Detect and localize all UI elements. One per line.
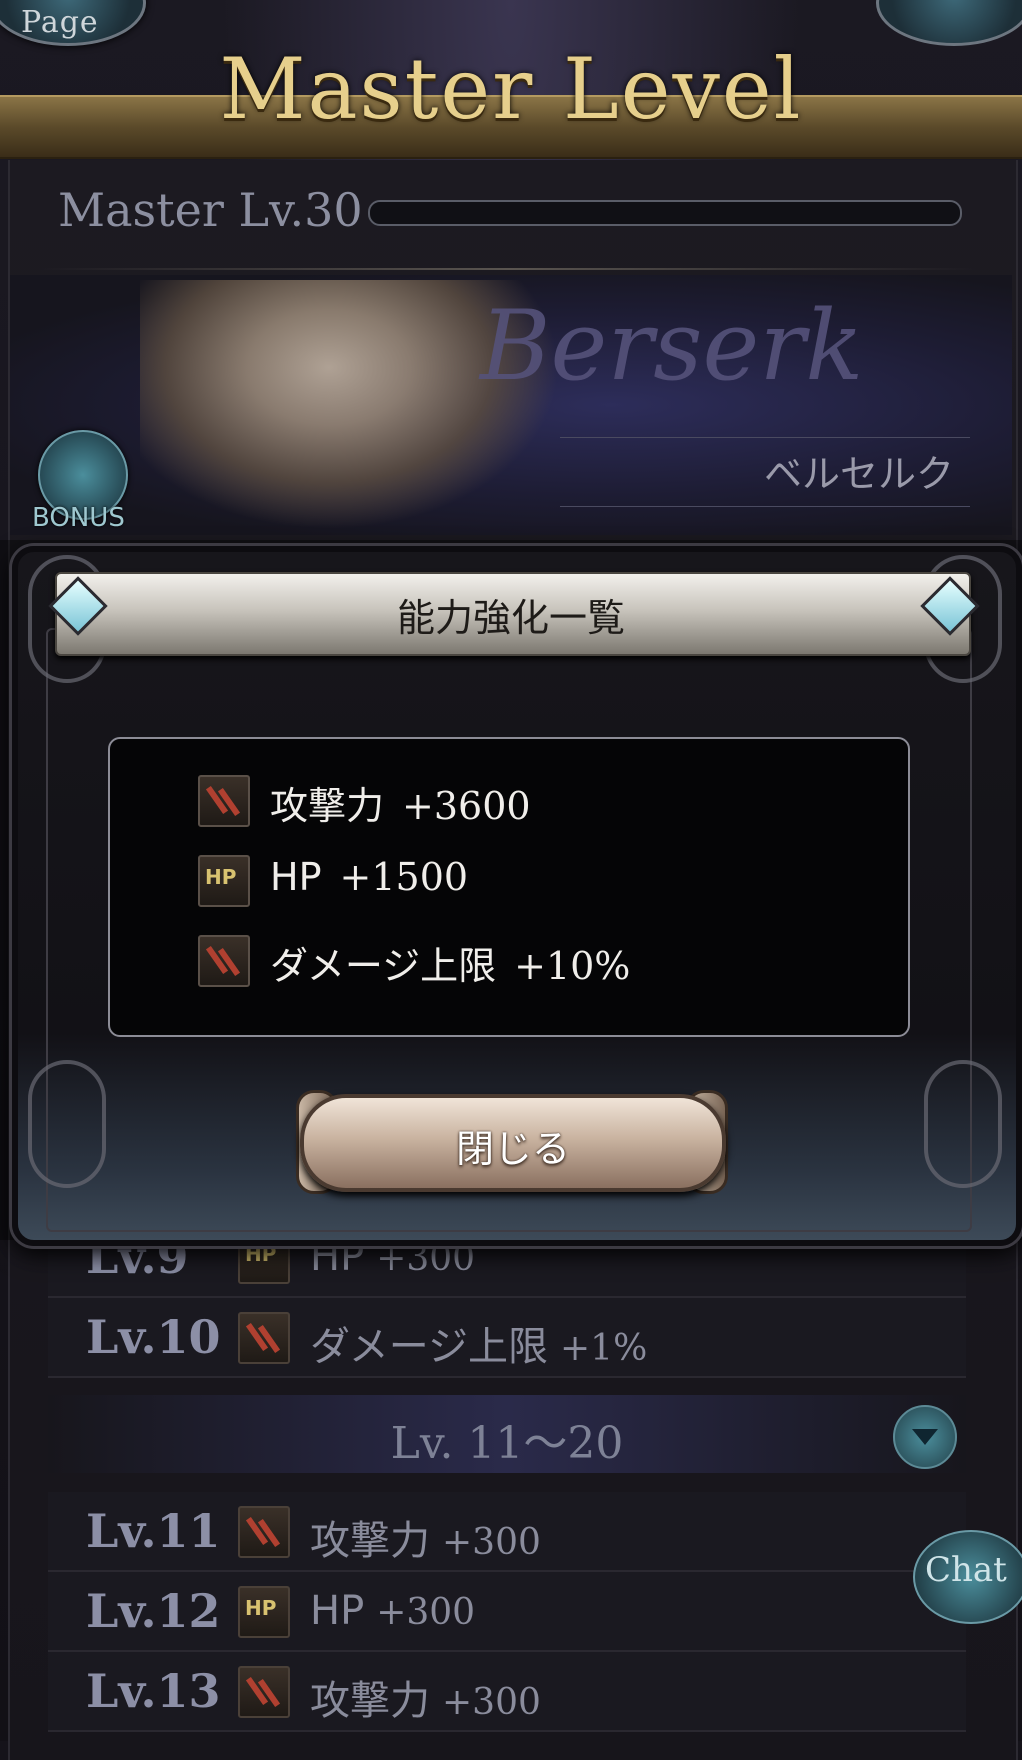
summary-text: HP +1500: [270, 855, 469, 899]
level-label: Lv.10: [86, 1310, 221, 1364]
chevron-down-icon[interactable]: [893, 1405, 957, 1469]
ornament-icon: [28, 1060, 106, 1188]
level-bonus-text: 攻撃力 +300: [310, 1678, 541, 1724]
attack-icon: [238, 1506, 290, 1558]
level-range-header[interactable]: Lv. 11～20: [48, 1395, 966, 1473]
level-row: Lv.11 攻撃力 +300: [48, 1492, 966, 1572]
modal-title: 能力強化一覧: [396, 596, 625, 640]
close-button-label: 閉じる: [455, 1127, 570, 1171]
attack-icon: [238, 1666, 290, 1718]
attack-icon: [238, 1312, 290, 1364]
master-level-label: Master Lv.30: [58, 183, 363, 237]
divider: [560, 437, 970, 438]
master-exp-bar: [368, 200, 962, 226]
level-row: Lv.12 HP+300: [48, 1572, 966, 1652]
attack-icon: [198, 775, 250, 827]
hp-icon: [198, 855, 250, 907]
ornament-icon: [924, 1060, 1002, 1188]
level-row: Lv.13 攻撃力 +300: [48, 1652, 966, 1732]
level-label: Lv.11: [86, 1504, 221, 1558]
page-title: Master Level: [219, 40, 803, 138]
attack-icon: [198, 935, 250, 987]
chat-button-label: Chat: [925, 1550, 1007, 1590]
class-name: ベルセルク: [763, 452, 954, 496]
level-label: Lv.12: [86, 1584, 221, 1638]
divider: [38, 268, 978, 270]
summary-text: 攻撃力 +3600: [270, 784, 531, 828]
page-button-label: Page: [21, 5, 99, 40]
chat-button[interactable]: Chat: [913, 1530, 1022, 1624]
level-range-label: Lv. 11～20: [390, 1418, 624, 1469]
level-bonus-text: HP +300: [310, 1588, 476, 1634]
class-script-name: Berserk: [480, 290, 864, 402]
ability-summary-box: 攻撃力+3600 HP+1500 ダメージ上限+10%: [108, 737, 910, 1037]
divider: [560, 506, 970, 507]
summary-text: ダメージ上限 +10%: [270, 944, 631, 988]
level-row: Lv.10 ダメージ上限 +1%: [48, 1298, 966, 1378]
hp-icon: [238, 1586, 290, 1638]
bonus-label: BONUS: [32, 503, 125, 533]
close-button[interactable]: 閉じる: [300, 1094, 726, 1192]
level-bonus-text: ダメージ上限 +1%: [310, 1324, 648, 1370]
level-bonus-text: 攻撃力 +300: [310, 1518, 541, 1564]
level-label: Lv.13: [86, 1664, 221, 1718]
